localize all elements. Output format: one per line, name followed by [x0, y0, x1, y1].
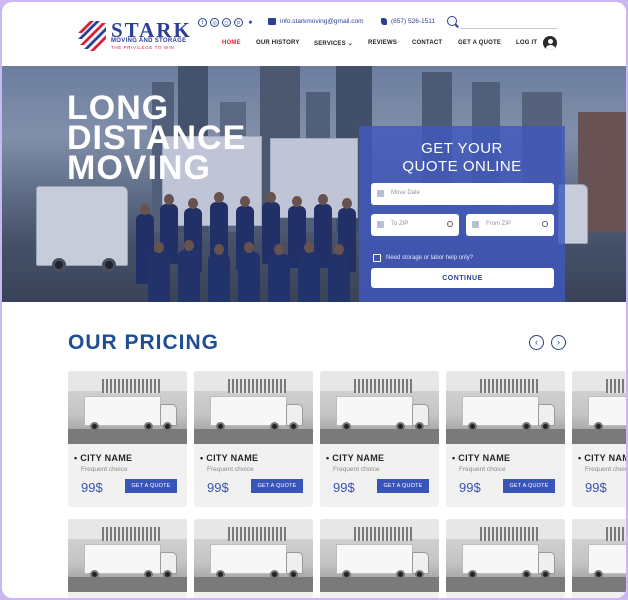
continue-button[interactable]: CONTINUE — [371, 268, 554, 288]
city-name: • CITY NAME — [74, 453, 133, 463]
frequency-tag: Frequent choice — [207, 466, 254, 473]
storage-label: Need storage or labor help only? — [386, 255, 474, 261]
pricing-card[interactable]: • CITY NAMEFrequent choice99$GET A QUOTE — [572, 371, 626, 507]
pricing-title: OUR PRICING — [68, 331, 220, 354]
chevron-down-icon: ⌄ — [347, 41, 353, 47]
email-contact[interactable]: info.starkmoving@gmail.com — [268, 18, 364, 25]
tripadvisor-icon[interactable]: ◎ — [210, 18, 219, 27]
nav-services[interactable]: SERVICES ⌄ — [314, 40, 353, 47]
truck-photo — [194, 371, 313, 444]
price: 99$ — [459, 480, 481, 495]
bullet-icon: • — [200, 453, 207, 463]
phone-icon — [381, 18, 387, 25]
truck-photo — [446, 519, 565, 592]
nav-get-a-quote[interactable]: GET A QUOTE — [458, 40, 501, 46]
calendar-icon — [377, 190, 384, 197]
city-name: • CITY NAME — [326, 453, 385, 463]
to-zip-placeholder: To ZIP — [391, 221, 409, 227]
bullet-icon: • — [326, 453, 333, 463]
truck-photo — [320, 371, 439, 444]
pinterest-icon[interactable]: p — [234, 18, 243, 27]
carousel-next-button[interactable]: › — [551, 335, 566, 350]
move-date-field[interactable]: Move Date — [371, 183, 554, 205]
main-nav: HOME OUR HISTORY SERVICES ⌄ REVIEWS CONT… — [2, 40, 626, 50]
truck-photo — [68, 519, 187, 592]
nav-our-history[interactable]: OUR HISTORY — [256, 40, 300, 46]
pricing-card[interactable] — [446, 519, 565, 598]
pricing-card[interactable] — [320, 519, 439, 598]
hero-title-line-3: MOVING — [67, 149, 211, 187]
frequency-tag: Frequent choice — [459, 466, 506, 473]
pricing-card[interactable]: • CITY NAME Frequent choice 99$ GET A QUOTE — [68, 371, 187, 507]
email-text: info.starkmoving@gmail.com — [280, 18, 364, 25]
storage-checkbox[interactable] — [373, 254, 381, 262]
city-name: • CITY NAME — [452, 453, 511, 463]
truck-photo — [572, 519, 626, 592]
pricing-card[interactable]: • CITY NAME Frequent choice 99$ GET A QUOTE — [194, 371, 313, 507]
bullet-icon: • — [74, 453, 81, 463]
pricing-card[interactable] — [572, 519, 626, 598]
price: 99$ — [81, 480, 103, 495]
price: 99$ — [585, 480, 607, 495]
facebook-icon[interactable]: f — [198, 18, 207, 27]
search-input[interactable] — [460, 28, 558, 29]
nav-home[interactable]: HOME — [222, 40, 241, 46]
get-a-quote-button[interactable]: GET A QUOTE — [503, 479, 555, 493]
price: 99$ — [207, 480, 229, 495]
city-name: • CITY NAME — [200, 453, 259, 463]
bullet-icon: • — [578, 453, 585, 463]
social-links: f ◎ ◻ p ✱ — [198, 18, 255, 27]
frequency-tag: Frequent choice — [585, 466, 626, 473]
user-avatar-icon[interactable] — [543, 36, 557, 50]
yelp-icon[interactable]: ✱ — [246, 18, 255, 27]
from-zip-placeholder: From ZIP — [486, 221, 511, 227]
brand-name: STARK — [111, 18, 192, 42]
pricing-card[interactable] — [68, 519, 187, 598]
pricing-card[interactable]: • CITY NAME Frequent choice 99$ GET A QUOTE — [320, 371, 439, 507]
get-a-quote-button[interactable]: GET A QUOTE — [125, 479, 177, 493]
search-icon[interactable] — [447, 16, 457, 26]
get-a-quote-button[interactable]: GET A QUOTE — [251, 479, 303, 493]
quote-title-line-2: QUOTE ONLINE — [402, 158, 522, 175]
mail-icon — [268, 18, 276, 25]
arrow-in-icon — [377, 221, 384, 228]
page-frame: STARK MOVING AND STORAGE THE PRIVILEGE T… — [2, 2, 626, 598]
truck-photo — [320, 519, 439, 592]
truck-photo — [572, 371, 626, 444]
frequency-tag: Frequent choice — [333, 466, 380, 473]
truck-photo — [446, 371, 565, 444]
nav-log-in[interactable]: LOG IT — [516, 40, 537, 46]
search-icon — [447, 221, 453, 227]
nav-reviews[interactable]: REVIEWS — [368, 40, 397, 46]
truck-photo — [194, 519, 313, 592]
city-name: • CITY NAME — [578, 453, 626, 463]
get-a-quote-button[interactable]: GET A QUOTE — [377, 479, 429, 493]
move-date-placeholder: Move Date — [391, 190, 421, 196]
storage-option: Need storage or labor help only? — [373, 254, 473, 262]
to-zip-field[interactable]: To ZIP — [371, 214, 459, 236]
nav-contact[interactable]: CONTACT — [412, 40, 442, 46]
bullet-icon: • — [452, 453, 459, 463]
carousel-prev-button[interactable]: ‹ — [529, 335, 544, 350]
arrow-out-icon — [472, 221, 479, 228]
quote-title-line-1: GET YOUR — [421, 140, 503, 157]
frequency-tag: Frequent choice — [81, 466, 128, 473]
phone-contact[interactable]: (857) 526-1511 — [381, 18, 435, 25]
phone-text: (857) 526-1511 — [391, 18, 435, 25]
hero-banner: LONG DISTANCE MOVING GET YOUR QUOTE ONLI… — [2, 66, 626, 302]
truck-photo — [68, 371, 187, 444]
from-zip-field[interactable]: From ZIP — [466, 214, 554, 236]
search-icon — [542, 221, 548, 227]
price: 99$ — [333, 480, 355, 495]
pricing-card[interactable] — [194, 519, 313, 598]
nav-services-label: SERVICES — [314, 41, 346, 47]
pricing-card[interactable]: • CITY NAME Frequent choice 99$ GET A QUOTE — [446, 371, 565, 507]
quote-form: GET YOUR QUOTE ONLINE Move Date To ZIP F… — [359, 126, 565, 302]
instagram-icon[interactable]: ◻ — [222, 18, 231, 27]
